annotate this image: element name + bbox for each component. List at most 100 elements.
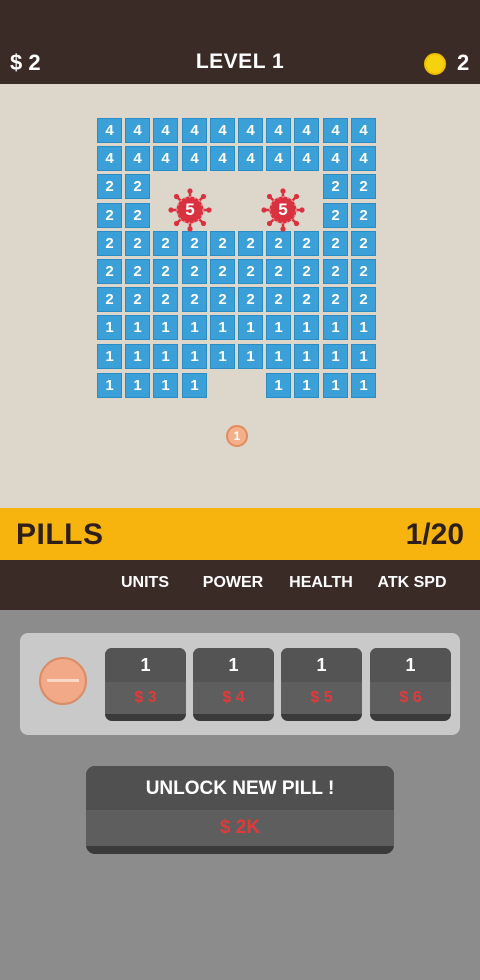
brick-tile: 2 — [294, 231, 319, 256]
atk-spd-price: $ 6 — [370, 682, 451, 714]
upgrade-panel: 1 $ 3 1 $ 4 1 $ 5 1 $ 6 — [20, 633, 460, 735]
brick-tile: 2 — [182, 259, 207, 284]
brick-tile: 4 — [238, 118, 263, 143]
pills-label: PILLS — [16, 518, 104, 551]
brick-tile: 1 — [238, 344, 263, 369]
brick-tile: 2 — [323, 231, 348, 256]
brick-tile: 1 — [153, 373, 178, 398]
brick-tile: 4 — [125, 146, 150, 171]
power-level: 1 — [193, 648, 274, 682]
brick-tile: 2 — [153, 259, 178, 284]
brick-tile: 4 — [323, 146, 348, 171]
brick-tile: 1 — [153, 315, 178, 340]
brick-tile: 1 — [210, 344, 235, 369]
brick-tile: 2 — [210, 287, 235, 312]
brick-tile: 1 — [294, 373, 319, 398]
brick-tile: 4 — [266, 118, 291, 143]
brick-tile: 1 — [182, 373, 207, 398]
brick-tile: 1 — [210, 315, 235, 340]
top-bar: $ 2 LEVEL 1 2 — [0, 0, 480, 84]
brick-tile: 1 — [97, 373, 122, 398]
brick-tile: 1 — [351, 373, 376, 398]
brick-tile: 2 — [125, 259, 150, 284]
brick-tile: 1 — [125, 344, 150, 369]
brick-tile: 4 — [182, 118, 207, 143]
brick-tile: 1 — [266, 315, 291, 340]
brick-tile: 4 — [153, 118, 178, 143]
brick-tile: 2 — [351, 174, 376, 199]
virus-enemy: 5 — [261, 188, 305, 232]
brick-tile: 1 — [266, 373, 291, 398]
brick-tile: 1 — [323, 344, 348, 369]
brick-tile: 1 — [294, 315, 319, 340]
brick-tile: 2 — [266, 287, 291, 312]
upgrade-units-button[interactable]: 1 $ 3 — [105, 648, 186, 721]
brick-tile: 2 — [97, 174, 122, 199]
header-health: HEALTH — [289, 574, 353, 591]
brick-tile: 2 — [351, 231, 376, 256]
upgrade-power-button[interactable]: 1 $ 4 — [193, 648, 274, 721]
brick-tile: 2 — [266, 259, 291, 284]
brick-tile: 1 — [351, 344, 376, 369]
brick-tile: 4 — [294, 146, 319, 171]
brick-tile: 2 — [125, 231, 150, 256]
brick-tile: 2 — [210, 231, 235, 256]
brick-tile: 4 — [97, 118, 122, 143]
brick-tile: 4 — [210, 118, 235, 143]
brick-tile: 4 — [294, 118, 319, 143]
pills-count: 1/20 — [405, 518, 464, 551]
brick-tile: 2 — [351, 259, 376, 284]
atk-spd-level: 1 — [370, 648, 451, 682]
brick-tile: 1 — [125, 373, 150, 398]
brick-tile: 2 — [97, 231, 122, 256]
brick-tile: 2 — [97, 203, 122, 228]
brick-tile: 2 — [125, 287, 150, 312]
brick-tile: 1 — [153, 344, 178, 369]
brick-tile: 1 — [125, 315, 150, 340]
brick-tile: 4 — [238, 146, 263, 171]
brick-tile: 2 — [182, 231, 207, 256]
brick-tile: 1 — [351, 315, 376, 340]
units-level: 1 — [105, 648, 186, 682]
brick-tile: 2 — [323, 287, 348, 312]
brick-tile: 1 — [323, 315, 348, 340]
brick-tile: 1 — [238, 315, 263, 340]
brick-tile: 4 — [266, 146, 291, 171]
brick-tile: 1 — [97, 315, 122, 340]
brick-tile: 1 — [182, 344, 207, 369]
brick-tile: 1 — [294, 344, 319, 369]
brick-tile: 4 — [97, 146, 122, 171]
upgrade-health-button[interactable]: 1 $ 5 — [281, 648, 362, 721]
brick-tile: 2 — [351, 203, 376, 228]
header-atk-spd: ATK SPD — [377, 574, 447, 591]
brick-tile: 2 — [294, 287, 319, 312]
health-level: 1 — [281, 648, 362, 682]
brick-tile: 2 — [266, 231, 291, 256]
virus-enemy: 5 — [168, 188, 212, 232]
unlock-new-pill-button[interactable]: UNLOCK NEW PILL ! $ 2K — [86, 766, 394, 854]
brick-tile: 4 — [153, 146, 178, 171]
header-power: POWER — [202, 574, 264, 591]
health-price: $ 5 — [281, 682, 362, 714]
brick-tile: 4 — [182, 146, 207, 171]
unlock-label: UNLOCK NEW PILL ! — [86, 766, 394, 810]
upgrade-atk-spd-button[interactable]: 1 $ 6 — [370, 648, 451, 721]
brick-tile: 1 — [182, 315, 207, 340]
brick-tile: 2 — [153, 231, 178, 256]
brick-tile: 2 — [238, 231, 263, 256]
brick-tile: 4 — [351, 118, 376, 143]
stats-header-bar: UNITS POWER HEALTH ATK SPD — [0, 560, 480, 610]
pills-bar: PILLS 1/20 — [0, 508, 480, 560]
brick-tile: 2 — [210, 259, 235, 284]
level-title: LEVEL 1 — [195, 50, 285, 73]
pill-projectile: 1 — [226, 425, 248, 447]
brick-tile: 1 — [97, 344, 122, 369]
unlock-price: $ 2K — [86, 810, 394, 846]
coin-icon — [424, 53, 446, 75]
brick-tile: 2 — [125, 174, 150, 199]
pill-icon — [39, 657, 87, 705]
units-price: $ 3 — [105, 682, 186, 714]
brick-tile: 4 — [323, 118, 348, 143]
brick-tile: 2 — [97, 287, 122, 312]
brick-tile: 2 — [351, 287, 376, 312]
